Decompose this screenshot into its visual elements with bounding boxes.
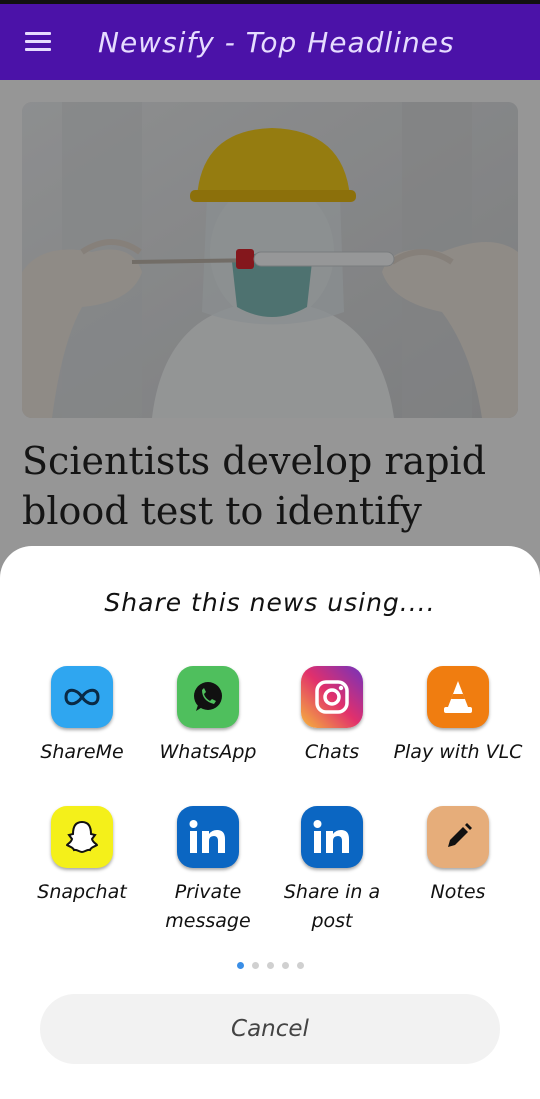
share-sheet-title: Share this news using.... [104, 588, 436, 617]
share-target-label: Snapchat [37, 881, 127, 903]
menu-button[interactable] [0, 4, 76, 80]
share-target-shareme[interactable]: ShareMe [17, 666, 147, 767]
share-target-label: Play with VLC [393, 741, 523, 763]
share-target-label: ShareMe [40, 741, 124, 763]
cancel-button[interactable]: Cancel [40, 994, 500, 1064]
share-sheet: Share this news using.... ShareMe WhatsA… [0, 546, 540, 1099]
hamburger-icon [25, 32, 51, 52]
share-target-label: Private message [165, 881, 251, 932]
vlc-icon [427, 666, 489, 728]
page-dot [281, 962, 289, 969]
page-dot [236, 962, 244, 969]
share-target-label: Chats [304, 741, 360, 763]
snapchat-icon [51, 806, 113, 868]
linkedin-icon [301, 806, 363, 868]
app-title: Newsify - Top Headlines [98, 25, 455, 59]
share-target-notes[interactable]: Notes [393, 806, 523, 907]
page-indicator [0, 962, 540, 969]
page-dot [251, 962, 259, 969]
page-dot [266, 962, 274, 969]
shareme-icon [51, 666, 113, 728]
share-target-instagram[interactable]: Chats [267, 666, 397, 767]
whatsapp-icon [177, 666, 239, 728]
share-target-label: Notes [430, 881, 486, 903]
share-target-linkedin-message[interactable]: Private message [143, 806, 273, 936]
share-target-snapchat[interactable]: Snapchat [17, 806, 147, 907]
notes-icon [427, 806, 489, 868]
share-target-whatsapp[interactable]: WhatsApp [143, 666, 273, 767]
share-target-linkedin-post[interactable]: Share in a post [267, 806, 397, 936]
app-bar: Newsify - Top Headlines [0, 4, 540, 80]
instagram-icon [301, 666, 363, 728]
share-target-label: WhatsApp [159, 741, 257, 763]
page-dot [296, 962, 304, 969]
linkedin-icon [177, 806, 239, 868]
share-target-label: Share in a post [283, 881, 381, 932]
share-target-vlc[interactable]: Play with VLC [393, 666, 523, 767]
